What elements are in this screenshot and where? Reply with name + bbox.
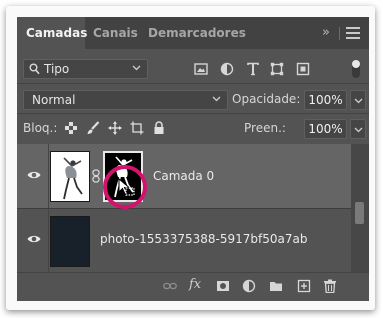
cursor-icon	[118, 178, 135, 196]
visibility-eye-icon[interactable]	[27, 234, 41, 244]
lock-all-icon[interactable]	[152, 121, 166, 135]
lock-label: Bloq.:	[23, 121, 58, 135]
panel-menu-icon[interactable]	[346, 27, 360, 39]
group-folder-icon[interactable]	[269, 279, 283, 293]
smart-object-filter-icon[interactable]	[296, 62, 310, 76]
layers-scrollbar-thumb[interactable]	[355, 202, 364, 224]
lock-position-icon[interactable]	[108, 121, 122, 135]
lock-transparent-pixels-icon[interactable]	[64, 121, 78, 135]
lock-image-pixels-icon[interactable]	[86, 121, 100, 135]
layers-list: Camada 0 photo-1553375388-5917bf50a7ab	[17, 144, 369, 272]
tab-camadas[interactable]: Camadas	[17, 17, 87, 49]
layer-name[interactable]: Camada 0	[153, 169, 214, 183]
tab-demarcadores[interactable]: Demarcadores	[148, 17, 246, 49]
trash-icon[interactable]	[323, 279, 337, 293]
link-icon[interactable]	[163, 279, 177, 293]
collapse-panel-icon[interactable]: »	[322, 17, 330, 49]
divider	[17, 83, 369, 84]
filter-kind-label: Tipo	[44, 62, 70, 76]
adjustment-layer-icon[interactable]	[242, 279, 256, 293]
search-icon	[29, 63, 40, 75]
shape-filter-icon[interactable]	[270, 62, 284, 76]
layers-panel: Camadas Canais Demarcadores » Tipo Norma…	[17, 17, 369, 301]
filter-toggle-switch[interactable]	[352, 60, 360, 78]
fx-icon[interactable]: fx	[189, 278, 203, 292]
mask-link-chain-icon[interactable]	[91, 169, 101, 183]
layer-thumbnail-photo[interactable]	[50, 216, 90, 267]
chevron-down-icon	[132, 65, 141, 71]
add-mask-icon[interactable]	[216, 279, 230, 293]
opacity-input[interactable]: 100%	[304, 90, 347, 110]
tab-canais[interactable]: Canais	[93, 17, 138, 49]
blend-mode-value: Normal	[32, 93, 76, 107]
opacity-label: Opacidade:	[232, 92, 301, 106]
new-layer-icon[interactable]	[297, 279, 311, 293]
fill-slider-button[interactable]	[350, 119, 366, 139]
fill-label: Preen.:	[244, 121, 286, 135]
tab-bar-divider	[339, 27, 340, 40]
chevron-down-icon	[354, 98, 363, 104]
visibility-column-divider	[48, 209, 49, 272]
blend-mode-select[interactable]: Normal	[23, 90, 228, 110]
filter-kind-select[interactable]: Tipo	[23, 59, 148, 79]
layer-thumbnail-dancer[interactable]	[50, 151, 90, 202]
fill-input[interactable]: 100%	[304, 119, 347, 139]
divider	[17, 113, 369, 114]
chevron-down-icon	[354, 127, 363, 133]
layer-name[interactable]: photo-1553375388-5917bf50a7ab	[100, 232, 307, 246]
type-filter-icon[interactable]	[246, 62, 260, 76]
panel-tab-bar: Camadas Canais Demarcadores »	[17, 17, 369, 49]
adjustment-filter-icon[interactable]	[220, 62, 234, 76]
visibility-eye-icon[interactable]	[27, 170, 41, 180]
dancer-photo-icon	[51, 152, 89, 201]
lock-artboard-icon[interactable]	[130, 121, 144, 135]
chevron-down-icon	[212, 96, 221, 102]
visibility-column-divider	[48, 144, 49, 208]
layer-row-photo[interactable]: photo-1553375388-5917bf50a7ab	[17, 208, 351, 272]
opacity-slider-button[interactable]	[350, 90, 366, 110]
image-filter-icon[interactable]	[194, 62, 208, 76]
layer-row-camada-0[interactable]: Camada 0	[17, 144, 351, 208]
